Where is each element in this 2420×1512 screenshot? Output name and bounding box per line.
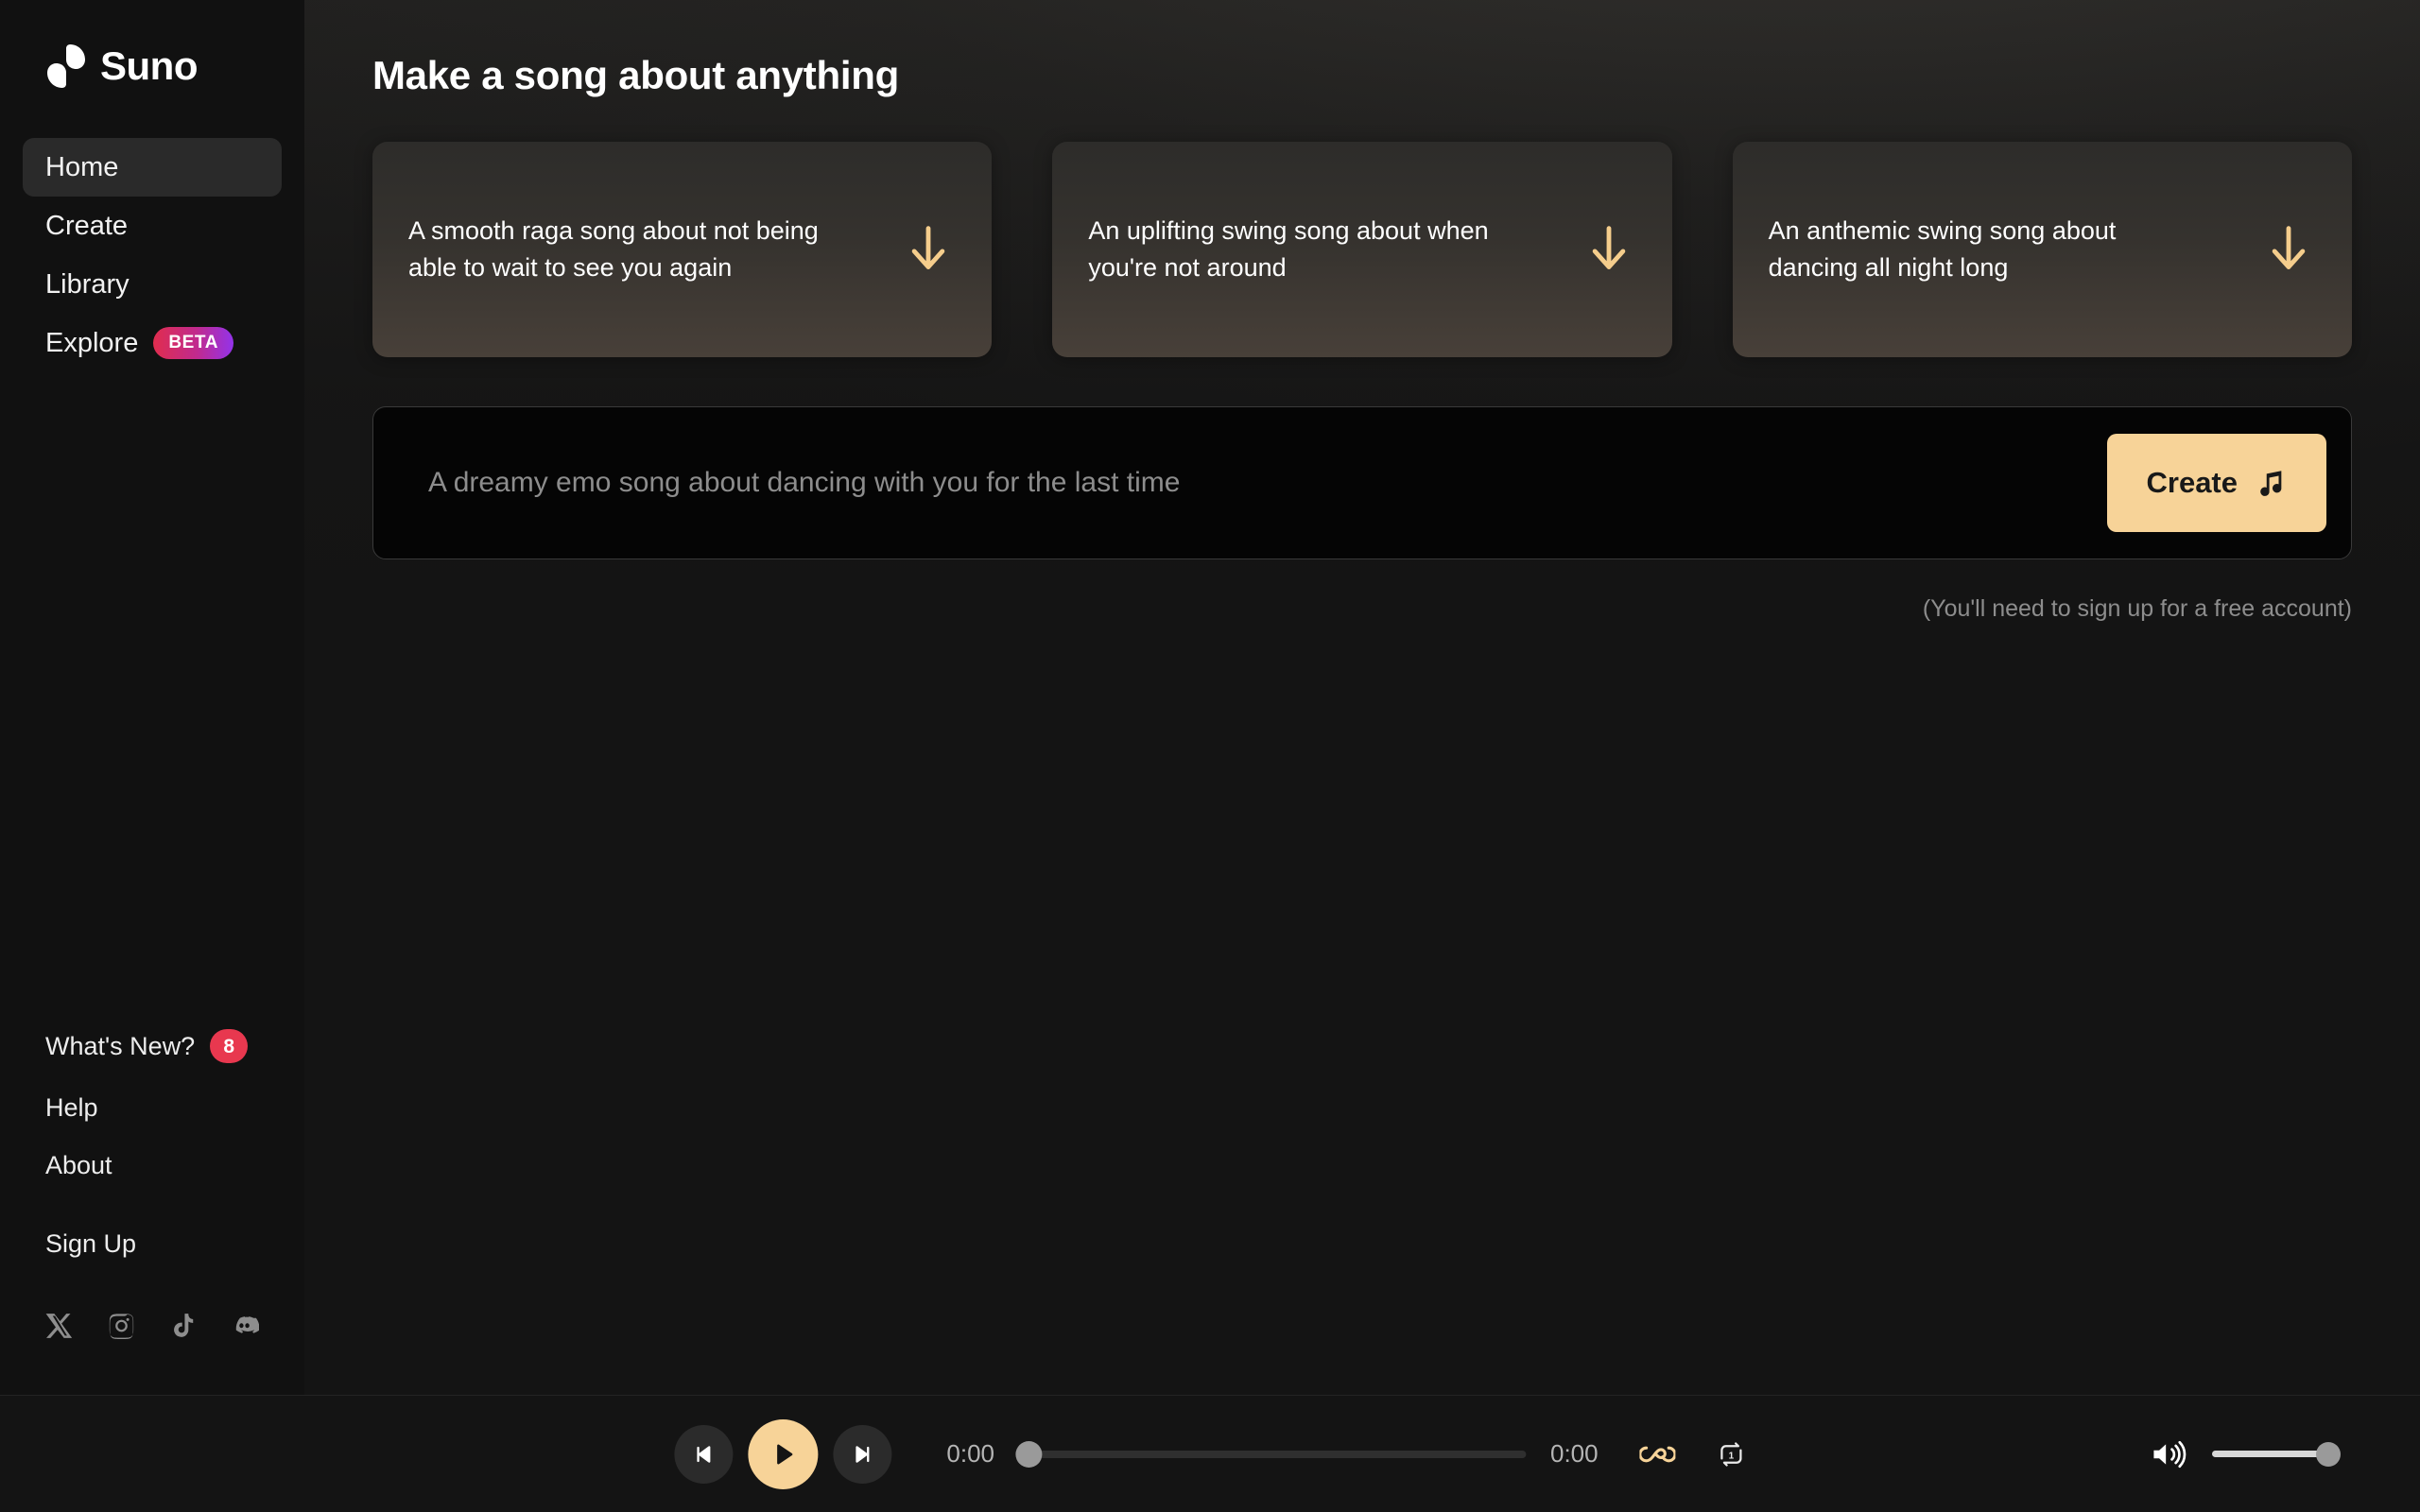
sidebar-item-label: Library: [45, 269, 130, 301]
create-button[interactable]: Create: [2107, 434, 2327, 532]
skip-back-button[interactable]: [674, 1425, 733, 1484]
sidebar-item-label: Home: [45, 152, 118, 183]
sidebar: Suno Home Create Library Explore BETA: [0, 0, 304, 1395]
prompt-bar: Create: [372, 406, 2352, 559]
social-links: [45, 1310, 259, 1342]
suggestion-cards: A smooth raga song about not being able …: [338, 142, 2386, 357]
create-button-label: Create: [2147, 466, 2238, 500]
sidebar-spacer: [0, 372, 304, 1029]
sign-up-label: Sign Up: [45, 1231, 136, 1257]
main-inner: Make a song about anything A smooth raga…: [304, 0, 2420, 623]
song-prompt-input[interactable]: [428, 467, 2107, 499]
whats-new-label: What's New?: [45, 1034, 195, 1059]
suggestion-card-text: A smooth raga song about not being able …: [408, 213, 843, 286]
main-content: Make a song about anything A smooth raga…: [304, 0, 2420, 1395]
arrow-down-icon: [2267, 225, 2310, 274]
volume-slider[interactable]: [2212, 1442, 2329, 1467]
signup-note: (You'll need to sign up for a free accou…: [338, 595, 2352, 623]
help-label: Help: [45, 1095, 98, 1121]
repeat-one-button[interactable]: 1: [1718, 1440, 1746, 1469]
suggestion-card[interactable]: A smooth raga song about not being able …: [372, 142, 992, 357]
loop-infinite-button[interactable]: [1640, 1443, 1676, 1466]
brand-logo[interactable]: Suno: [0, 0, 304, 94]
top-region: Suno Home Create Library Explore BETA: [0, 0, 2420, 1395]
arrow-down-icon: [907, 225, 950, 274]
suno-app: Suno Home Create Library Explore BETA: [0, 0, 2420, 1512]
sign-up-link[interactable]: Sign Up: [45, 1231, 259, 1257]
total-time-label: 0:00: [1550, 1439, 1599, 1469]
sidebar-item-create[interactable]: Create: [23, 197, 282, 255]
page-title: Make a song about anything: [372, 53, 2386, 98]
suno-wave-logo-icon: [45, 44, 87, 88]
volume-controls: [2150, 1438, 2329, 1470]
primary-navigation: Home Create Library Explore BETA: [0, 138, 304, 372]
current-time-label: 0:00: [946, 1439, 994, 1469]
instagram-icon[interactable]: [107, 1310, 136, 1342]
seek-thumb[interactable]: [1015, 1441, 1042, 1468]
tiktok-icon[interactable]: [168, 1310, 198, 1342]
svg-text:1: 1: [1729, 1451, 1735, 1461]
suggestion-card-text: An uplifting swing song about when you'r…: [1088, 213, 1523, 286]
skip-back-icon: [690, 1441, 717, 1468]
sidebar-item-library[interactable]: Library: [23, 255, 282, 314]
x-twitter-icon[interactable]: [45, 1310, 75, 1342]
secondary-navigation: What's New? 8 Help About Sign Up: [0, 1029, 304, 1395]
suggestion-card-text: An anthemic swing song about dancing all…: [1769, 213, 2204, 286]
arrow-down-icon: [1587, 225, 1631, 274]
volume-thumb[interactable]: [2316, 1442, 2341, 1467]
beta-badge: BETA: [153, 327, 233, 359]
suggestion-card[interactable]: An anthemic swing song about dancing all…: [1733, 142, 2352, 357]
sidebar-item-label: Create: [45, 211, 128, 242]
suggestion-card[interactable]: An uplifting swing song about when you'r…: [1052, 142, 1671, 357]
brand-name: Suno: [100, 46, 198, 86]
seek-slider[interactable]: [1019, 1441, 1526, 1468]
skip-forward-button[interactable]: [833, 1425, 891, 1484]
infinity-icon: [1640, 1443, 1676, 1466]
whats-new-link[interactable]: What's New? 8: [45, 1029, 259, 1063]
help-link[interactable]: Help: [45, 1095, 259, 1121]
whats-new-count-badge: 8: [210, 1029, 248, 1063]
play-button[interactable]: [748, 1419, 818, 1489]
play-icon: [769, 1440, 797, 1469]
about-link[interactable]: About: [45, 1153, 259, 1178]
sidebar-item-home[interactable]: Home: [23, 138, 282, 197]
discord-icon[interactable]: [230, 1310, 259, 1342]
about-label: About: [45, 1153, 112, 1178]
music-note-icon: [2255, 467, 2287, 499]
sidebar-item-explore[interactable]: Explore BETA: [23, 314, 282, 372]
transport-controls: [674, 1419, 891, 1489]
player-bar: 0:00 0:00 1: [0, 1395, 2420, 1512]
sidebar-item-label: Explore: [45, 328, 138, 359]
skip-forward-icon: [849, 1441, 875, 1468]
player-controls: 0:00 0:00 1: [674, 1419, 1745, 1489]
repeat-one-icon: 1: [1718, 1440, 1746, 1469]
volume-high-icon[interactable]: [2150, 1438, 2187, 1470]
seek-track: [1019, 1451, 1526, 1458]
volume-track: [2212, 1451, 2329, 1457]
